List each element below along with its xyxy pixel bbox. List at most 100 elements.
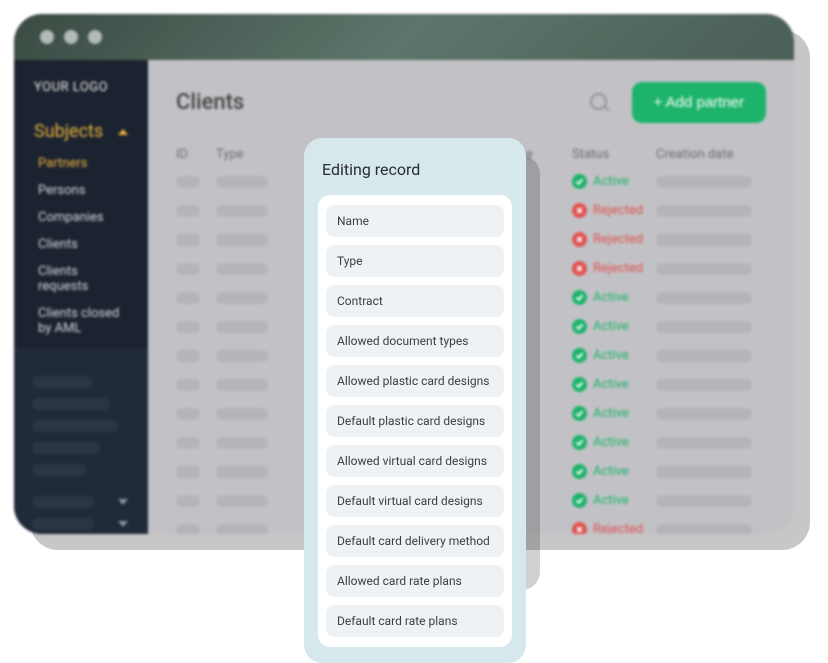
sidebar-collapsed-section[interactable] [14,486,148,508]
cell-status: Active [572,319,656,334]
cell-type [216,437,280,449]
column-header-creation-date[interactable]: Creation date [656,147,766,162]
modal-field-allowed-plastic-card-designs[interactable]: Allowed plastic card designs [326,365,504,397]
cell-id [176,466,216,478]
editing-record-modal: Editing record Name Type Contract Allowed d… [304,138,526,663]
cell-status: Active [572,290,656,305]
check-circle-icon [572,493,587,508]
chevron-up-icon [118,129,128,135]
sidebar-section-subjects[interactable]: Subjects [14,113,148,150]
sidebar-item-companies[interactable]: Companies [14,204,148,231]
column-header-status[interactable]: Status [572,147,656,162]
cell-status: Active [572,406,656,421]
status-label: Active [593,377,629,392]
sidebar-collapsed-label [32,518,94,530]
cell-id [176,437,216,449]
sidebar: YOUR LOGO Subjects PartnersPersonsCompan… [14,60,148,534]
sidebar-item-clients[interactable]: Clients [14,231,148,258]
status-label: Active [593,406,629,421]
cell-creation-date [656,437,766,449]
check-circle-icon [572,406,587,421]
cell-creation-date [656,495,766,507]
cell-creation-date [656,524,766,535]
cell-creation-date [656,263,766,275]
sidebar-lower-block [14,348,148,534]
main-header: Clients + Add partner [176,82,766,123]
column-header-id[interactable]: ID [176,147,216,162]
modal-title: Editing record [318,160,512,179]
traffic-light-maximize[interactable] [88,30,102,44]
search-icon[interactable] [590,93,610,113]
modal-field-allowed-document-types[interactable]: Allowed document types [326,325,504,357]
modal-field-list: Name Type Contract Allowed document types Al… [318,195,512,647]
modal-field-name[interactable]: Name [326,205,504,237]
x-circle-icon [572,522,587,534]
cell-type [216,205,280,217]
cell-id [176,408,216,420]
cell-creation-date [656,408,766,420]
cell-status: Active [572,377,656,392]
cell-type [216,321,280,333]
sidebar-placeholder [32,464,86,476]
modal-field-default-virtual-card-designs[interactable]: Default virtual card designs [326,485,504,517]
cell-status: Active [572,435,656,450]
cell-type [216,263,280,275]
cell-type [216,176,280,188]
chevron-down-icon [118,521,128,527]
status-label: Rejected [593,232,643,247]
status-label: Active [593,348,629,363]
status-label: Active [593,290,629,305]
sidebar-item-clients-requests[interactable]: Clients requests [14,258,148,300]
modal-field-default-plastic-card-designs[interactable]: Default plastic card designs [326,405,504,437]
traffic-light-minimize[interactable] [64,30,78,44]
cell-id [176,524,216,535]
sidebar-placeholder [32,442,100,454]
cell-creation-date [656,379,766,391]
cell-id [176,263,216,275]
status-label: Active [593,319,629,334]
cell-status: Rejected [572,232,656,247]
sidebar-placeholder [32,420,118,432]
check-circle-icon [572,435,587,450]
cell-id [176,176,216,188]
modal-field-contract[interactable]: Contract [326,285,504,317]
cell-type [216,495,280,507]
cell-type [216,524,280,535]
cell-id [176,205,216,217]
cell-status: Active [572,174,656,189]
cell-id [176,321,216,333]
modal-field-allowed-card-rate-plans[interactable]: Allowed card rate plans [326,565,504,597]
cell-id [176,379,216,391]
cell-type [216,466,280,478]
sidebar-item-persons[interactable]: Persons [14,177,148,204]
cell-status: Rejected [572,261,656,276]
cell-creation-date [656,176,766,188]
x-circle-icon [572,232,587,247]
cell-id [176,495,216,507]
status-label: Rejected [593,522,643,534]
cell-type [216,292,280,304]
cell-creation-date [656,350,766,362]
status-label: Active [593,174,629,189]
status-label: Rejected [593,261,643,276]
traffic-light-close[interactable] [40,30,54,44]
sidebar-item-clients-closed-by-aml[interactable]: Clients closed by AML [14,300,148,342]
cell-creation-date [656,466,766,478]
modal-field-type[interactable]: Type [326,245,504,277]
cell-status: Rejected [572,203,656,218]
sidebar-item-partners[interactable]: Partners [14,150,148,177]
check-circle-icon [572,377,587,392]
sidebar-placeholder [32,398,110,410]
modal-field-default-card-delivery-method[interactable]: Default card delivery method [326,525,504,557]
cell-status: Rejected [572,522,656,534]
check-circle-icon [572,174,587,189]
modal-field-default-card-rate-plans[interactable]: Default card rate plans [326,605,504,637]
cell-creation-date [656,205,766,217]
modal-field-allowed-virtual-card-designs[interactable]: Allowed virtual card designs [326,445,504,477]
sidebar-collapsed-section[interactable] [14,508,148,530]
chevron-down-icon [118,499,128,505]
cell-type [216,379,280,391]
add-partner-button[interactable]: + Add partner [632,82,766,123]
status-label: Active [593,493,629,508]
cell-creation-date [656,321,766,333]
